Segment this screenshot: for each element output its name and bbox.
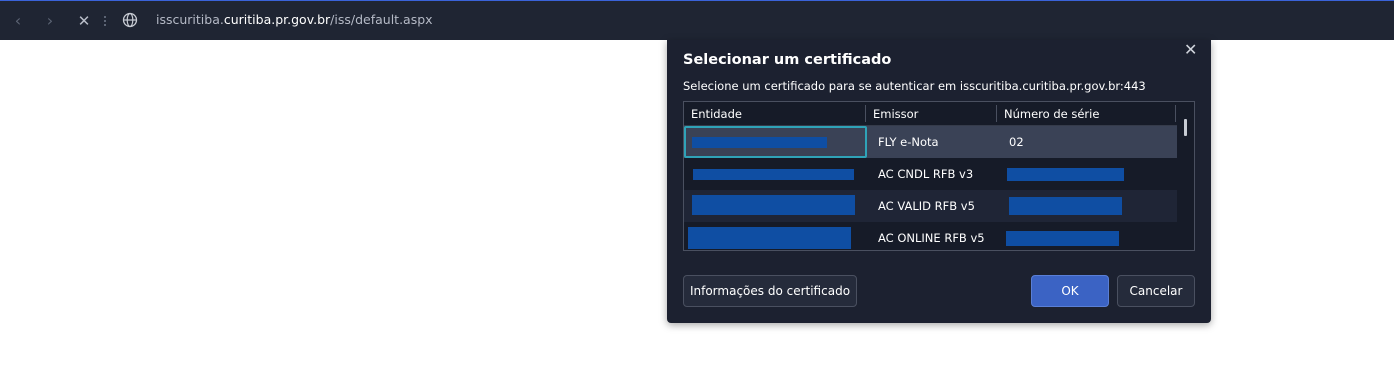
table-row[interactable]: AC VALID RFB v5 — [684, 190, 1177, 222]
redacted-entidade — [693, 169, 854, 180]
url-prefix: isscuritiba. — [156, 12, 224, 27]
table-row[interactable]: AC ONLINE RFB v5 — [684, 222, 1177, 250]
redacted-serie — [1009, 197, 1122, 215]
url-path: /iss/default.aspx — [330, 12, 433, 27]
cell-emissor: AC CNDL RFB v3 — [878, 167, 974, 181]
cancel-button[interactable]: Cancelar — [1117, 275, 1195, 307]
ok-button[interactable]: OK — [1031, 275, 1109, 307]
table-row[interactable]: AC CNDL RFB v3 — [684, 158, 1177, 190]
forward-button[interactable]: › — [39, 10, 61, 32]
dialog-subtitle: Selecione um certificado para se autenti… — [683, 79, 1146, 93]
cell-emissor: AC VALID RFB v5 — [878, 199, 975, 213]
redacted-entidade — [688, 227, 851, 249]
column-header-entidade[interactable]: Entidade — [691, 107, 742, 121]
focus-outline — [684, 126, 867, 158]
certificate-table: Entidade Emissor Número de série FLY e-N… — [683, 101, 1195, 251]
close-icon[interactable]: ✕ — [1184, 40, 1197, 59]
cell-serie: 02 — [1009, 135, 1024, 149]
column-divider[interactable] — [1175, 105, 1176, 122]
redacted-serie — [1006, 231, 1119, 246]
redacted-entidade — [692, 195, 855, 215]
table-row[interactable]: FLY e-Nota 02 — [684, 126, 1177, 158]
scrollbar-thumb[interactable] — [1184, 119, 1187, 136]
table-header: Entidade Emissor Número de série — [684, 102, 1177, 126]
stop-loading-button[interactable]: ✕ — [73, 10, 95, 32]
url-domain: curitiba.pr.gov.br — [223, 12, 331, 27]
toolbar-separator — [104, 16, 106, 26]
browser-toolbar: ‹ › ✕ isscuritiba.curitiba.pr.gov.br/iss… — [0, 0, 1394, 40]
column-header-emissor[interactable]: Emissor — [873, 107, 918, 121]
address-bar[interactable]: isscuritiba.curitiba.pr.gov.br/iss/defau… — [156, 12, 433, 27]
column-header-serie[interactable]: Número de série — [1004, 107, 1099, 121]
site-info-icon[interactable] — [122, 12, 138, 28]
column-divider[interactable] — [996, 105, 997, 122]
cell-emissor: FLY e-Nota — [878, 135, 939, 149]
certificate-dialog: Selecionar um certificado ✕ Selecione um… — [667, 40, 1211, 323]
back-button[interactable]: ‹ — [7, 10, 29, 32]
table-scrollbar[interactable] — [1178, 102, 1194, 250]
dialog-title: Selecionar um certificado — [683, 52, 892, 68]
certificate-info-button[interactable]: Informações do certificado — [683, 275, 857, 307]
column-divider[interactable] — [865, 105, 866, 122]
redacted-serie — [1007, 168, 1124, 181]
cell-emissor: AC ONLINE RFB v5 — [878, 231, 985, 245]
